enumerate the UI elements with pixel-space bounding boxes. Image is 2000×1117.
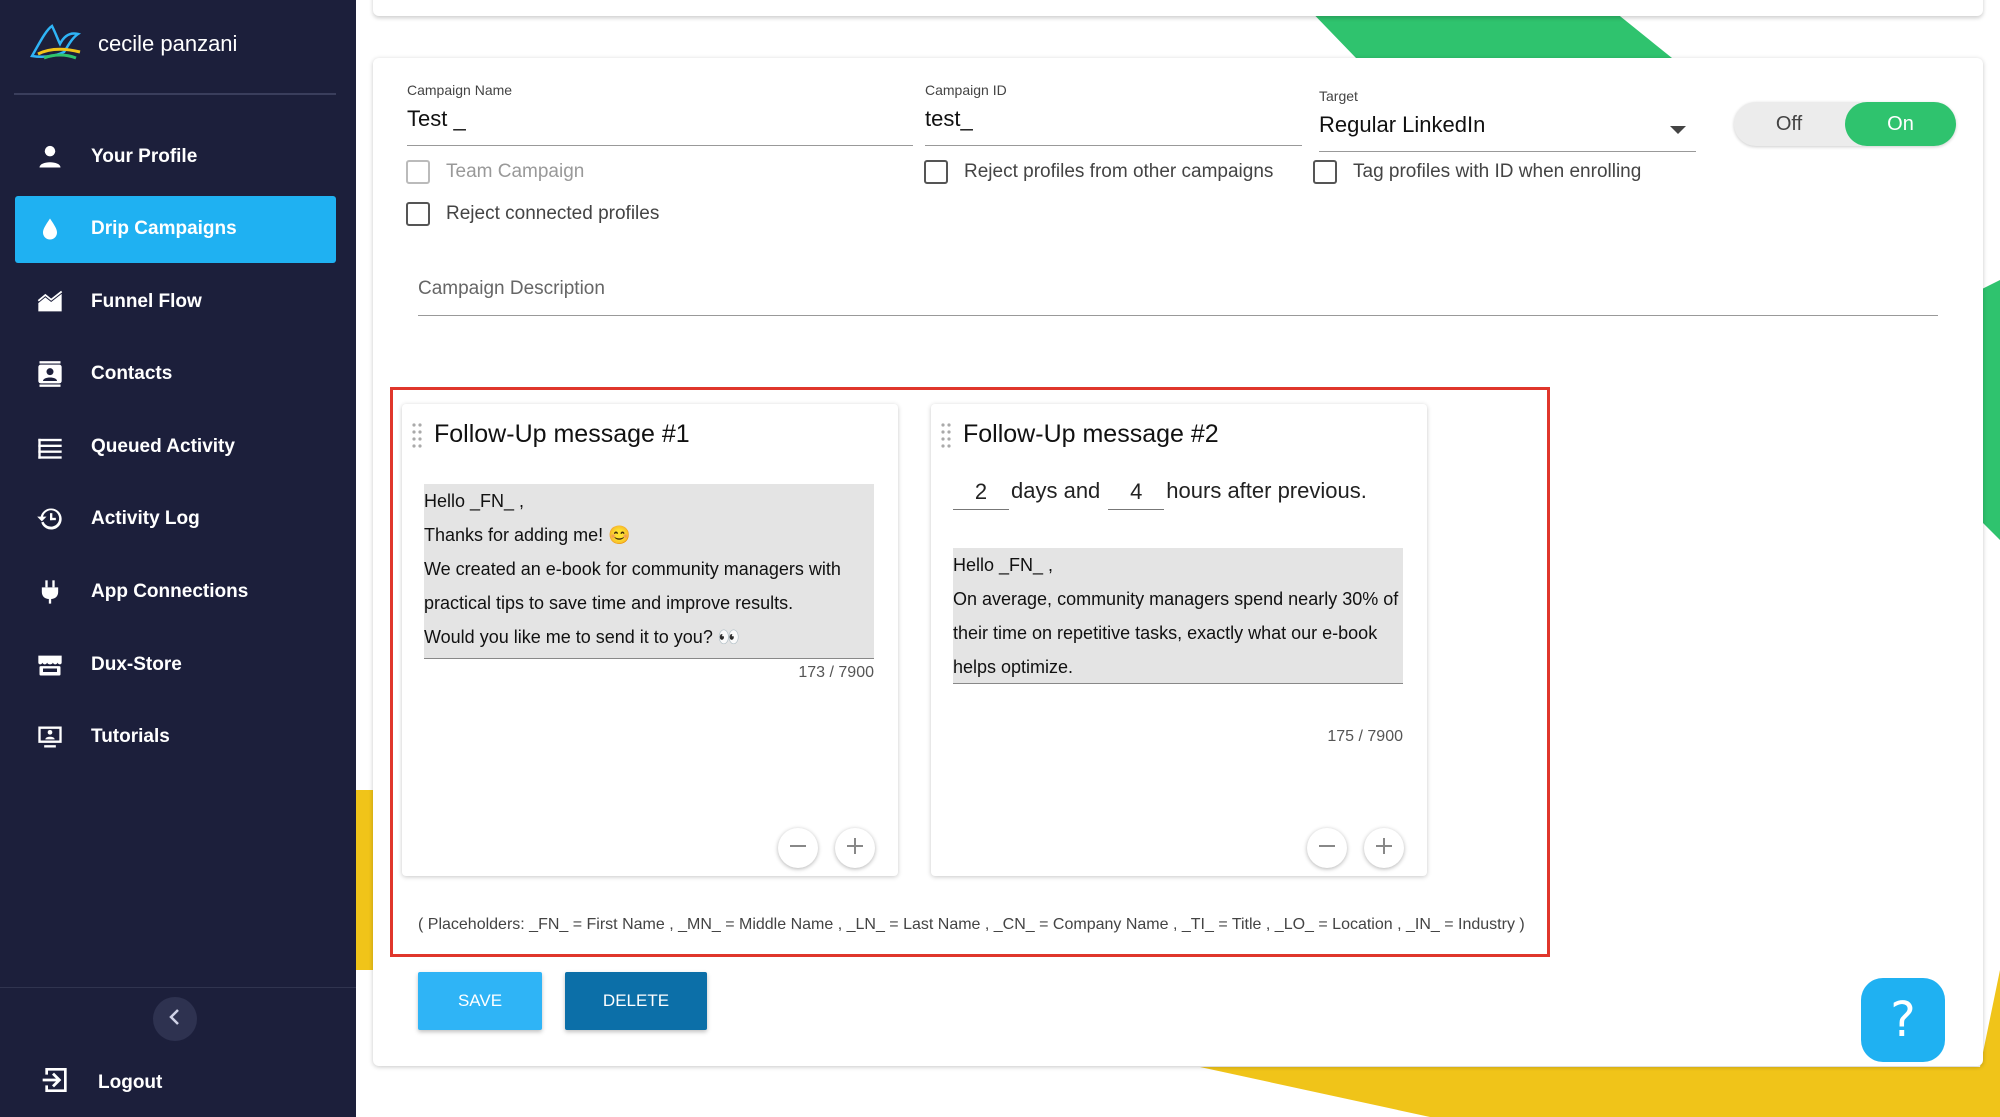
collapse-sidebar-button[interactable] (153, 997, 197, 1041)
reject-other-campaigns-checkbox[interactable]: Reject profiles from other campaigns (924, 160, 1273, 184)
plus-icon (845, 836, 865, 861)
sidebar: cecile panzani Your Profile Drip Campaig… (0, 0, 356, 1117)
sidebar-item-app-connections[interactable]: App Connections (15, 559, 336, 626)
sidebar-item-contacts[interactable]: Contacts (15, 341, 336, 408)
drop-icon (35, 214, 65, 244)
question-mark-icon: ? (1890, 992, 1916, 1048)
help-button[interactable]: ? (1861, 978, 1945, 1062)
sidebar-item-funnel-flow[interactable]: Funnel Flow (15, 268, 336, 335)
target-label: Target (1319, 88, 1358, 104)
delay-days-input[interactable]: 2 (953, 479, 1009, 510)
toggle-on-option[interactable]: On (1845, 102, 1956, 146)
minus-icon (1317, 836, 1337, 861)
character-count: 173 / 7900 (798, 664, 874, 681)
history-icon (35, 504, 65, 534)
sidebar-item-dux-store[interactable]: Dux-Store (15, 631, 336, 698)
message-textarea[interactable]: Hello _FN_ , On average, community manag… (953, 548, 1403, 684)
queue-icon (35, 432, 65, 462)
sidebar-item-your-profile[interactable]: Your Profile (15, 123, 336, 190)
checkbox-box[interactable] (406, 160, 430, 184)
campaign-id-label: Campaign ID (925, 82, 1007, 98)
checkbox-box[interactable] (924, 160, 948, 184)
tag-profiles-label: Tag profiles with ID when enrolling (1353, 161, 1642, 182)
monitor-icon (35, 722, 65, 752)
days-label: days and (1011, 478, 1101, 503)
follow-up-card-2: Follow-Up message #2 2 days and 4 hours … (931, 404, 1427, 876)
add-message-button[interactable] (1364, 828, 1404, 868)
delay-settings: 2 days and 4 hours after previous. (953, 478, 1375, 510)
checkbox-box[interactable] (406, 202, 430, 226)
sidebar-item-label: Funnel Flow (91, 290, 202, 312)
campaign-id-input[interactable]: test_ (925, 106, 1302, 146)
delay-hours-input[interactable]: 4 (1108, 479, 1165, 510)
campaign-name-input[interactable]: Test _ (407, 106, 913, 146)
message-textarea[interactable]: Hello _FN_ , Thanks for adding me! 😊 We … (424, 484, 874, 659)
campaign-description-input[interactable]: Campaign Description (418, 278, 1938, 316)
sidebar-nav: Your Profile Drip Campaigns Funnel Flow … (15, 123, 336, 776)
campaign-status-toggle[interactable]: Off On (1734, 102, 1956, 146)
team-campaign-label: Team Campaign (446, 161, 585, 182)
sidebar-item-queued-activity[interactable]: Queued Activity (15, 413, 336, 480)
target-select[interactable]: Target Regular LinkedIn (1319, 88, 1696, 152)
contacts-icon (35, 359, 65, 389)
sidebar-item-label: Contacts (91, 363, 173, 385)
person-icon (35, 142, 65, 172)
area-chart-icon (35, 287, 65, 317)
sidebar-divider (0, 987, 356, 988)
bird-logo-icon (30, 22, 82, 67)
message-title: Follow-Up message #1 (434, 420, 690, 448)
reject-connected-checkbox[interactable]: Reject connected profiles (406, 202, 659, 226)
sidebar-divider (14, 93, 336, 95)
placeholders-help-text: ( Placeholders: _FN_ = First Name , _MN_… (418, 916, 1525, 933)
minus-icon (788, 836, 808, 861)
character-count: 175 / 7900 (1327, 728, 1403, 745)
campaign-id-field[interactable]: Campaign ID test_ (925, 82, 1302, 146)
reject-connected-label: Reject connected profiles (446, 203, 660, 224)
chevron-left-icon (165, 1007, 185, 1032)
campaign-name-label: Campaign Name (407, 82, 513, 98)
logout-label: Logout (98, 1071, 163, 1093)
target-value[interactable]: Regular LinkedIn (1319, 112, 1696, 152)
drag-handle-icon[interactable] (411, 422, 423, 448)
account-name: cecile panzani (98, 31, 238, 56)
sidebar-item-tutorials[interactable]: Tutorials (15, 704, 336, 771)
reject-other-campaigns-label: Reject profiles from other campaigns (964, 161, 1274, 182)
team-campaign-checkbox[interactable]: Team Campaign (406, 160, 584, 184)
campaign-name-field[interactable]: Campaign Name Test _ (407, 82, 913, 146)
logout-icon (40, 1064, 72, 1101)
sidebar-item-drip-campaigns[interactable]: Drip Campaigns (15, 195, 336, 263)
brand[interactable]: cecile panzani (30, 22, 237, 66)
tag-profiles-checkbox[interactable]: Tag profiles with ID when enrolling (1313, 160, 1641, 184)
remove-message-button[interactable] (778, 828, 818, 868)
checkbox-box[interactable] (1313, 160, 1337, 184)
remove-message-button[interactable] (1307, 828, 1347, 868)
sidebar-item-label: Your Profile (91, 145, 198, 167)
hours-label: hours after previous. (1166, 478, 1367, 503)
delete-button[interactable]: DELETE (565, 972, 707, 1030)
sidebar-item-label: Tutorials (91, 726, 170, 748)
sidebar-item-label: Dux-Store (91, 653, 182, 675)
top-card (373, 0, 1983, 16)
plug-icon (35, 577, 65, 607)
toggle-off-option[interactable]: Off (1734, 102, 1844, 146)
sidebar-item-activity-log[interactable]: Activity Log (15, 486, 336, 553)
message-title: Follow-Up message #2 (963, 420, 1219, 448)
sidebar-item-label: Activity Log (91, 508, 200, 530)
add-message-button[interactable] (835, 828, 875, 868)
sidebar-item-label: Queued Activity (91, 435, 235, 457)
sidebar-item-label: App Connections (91, 581, 249, 603)
store-icon (35, 650, 65, 680)
save-button[interactable]: SAVE (418, 972, 542, 1030)
dropdown-arrow-icon (1670, 126, 1686, 134)
logout-button[interactable]: Logout (40, 1064, 162, 1101)
follow-up-card-1: Follow-Up message #1 Hello _FN_ , Thanks… (402, 404, 898, 876)
drag-handle-icon[interactable] (940, 422, 952, 448)
sidebar-item-label: Drip Campaigns (91, 218, 237, 240)
plus-icon (1374, 836, 1394, 861)
